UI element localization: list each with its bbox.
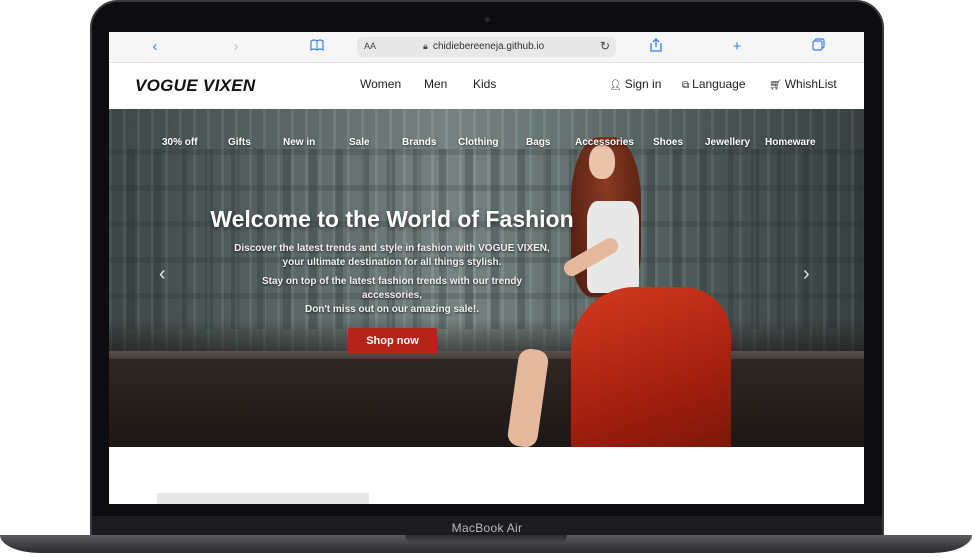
chevron-left-icon[interactable]: ‹ [146, 38, 164, 56]
product-card-placeholder [157, 493, 369, 504]
nav-women[interactable]: Women [360, 77, 401, 91]
hero-text-line-5: Don't miss out on our amazing sale!. [304, 304, 480, 315]
plus-icon[interactable]: + [728, 38, 746, 56]
tabs-icon[interactable] [809, 38, 827, 56]
url-text: chidiebereeneja.github.io [433, 41, 545, 52]
category-gifts[interactable]: Gifts [228, 137, 251, 148]
hero-text-line-1: Discover the latest trends and style in … [234, 243, 550, 254]
sign-in-label: Sign in [624, 77, 662, 91]
hero-text-line-4: accessories, [361, 290, 423, 301]
address-bar[interactable]: AA 🔒︎ chidiebereeneja.github.io ↻ [357, 37, 616, 57]
category-homeware[interactable]: Homeware [765, 137, 816, 148]
category-sale[interactable]: Sale [349, 137, 370, 148]
cart-icon: 🛒︎ [769, 80, 782, 91]
category-new-in[interactable]: New in [283, 137, 315, 148]
screen: ‹ › AA 🔒︎ chidiebereeneja.github.io ↻ + … [109, 32, 864, 504]
carousel-next-icon[interactable]: › [803, 263, 810, 286]
camera-dot [485, 17, 490, 22]
category-clothing[interactable]: Clothing [458, 137, 499, 148]
chevron-right-icon[interactable]: › [227, 38, 245, 56]
laptop-notch [405, 535, 567, 543]
carousel-prev-icon[interactable]: ‹ [159, 263, 166, 286]
wishlist-link[interactable]: 🛒︎ WhishList [769, 77, 837, 91]
shop-now-button[interactable]: Shop now [348, 328, 437, 354]
wishlist-label: WhishList [784, 77, 837, 91]
category-bags[interactable]: Bags [526, 137, 550, 148]
book-icon[interactable] [308, 38, 326, 56]
hero-title: Welcome to the World of Fashion [210, 206, 574, 232]
reload-icon[interactable]: ↻ [600, 39, 610, 53]
category-accessories[interactable]: Accessories [575, 137, 634, 148]
hero-wall [109, 359, 864, 447]
language-label: Language [692, 77, 746, 91]
category-30-off[interactable]: 30% off [162, 137, 198, 148]
site-logo[interactable]: VOGUE VIXEN [135, 76, 255, 96]
hero-banner: 30% off Gifts New in Sale Brands Clothin… [109, 109, 864, 447]
content-section [109, 447, 864, 504]
device-label: MacBook Air [451, 521, 523, 535]
hero-text-line-2: your ultimate destination for all things… [282, 257, 502, 268]
language-link[interactable]: ⧉ Language [682, 77, 746, 91]
nav-kids[interactable]: Kids [473, 77, 496, 91]
category-shoes[interactable]: Shoes [653, 137, 683, 148]
nav-men[interactable]: Men [424, 77, 447, 91]
text-size-button[interactable]: AA [364, 41, 376, 51]
sign-in-link[interactable]: 👤︎ Sign in [609, 77, 661, 91]
user-icon: 👤︎ [609, 80, 622, 91]
lock-icon: 🔒︎ [423, 41, 428, 51]
category-jewellery[interactable]: Jewellery [705, 137, 750, 148]
model-face [589, 145, 615, 179]
category-brands[interactable]: Brands [402, 137, 436, 148]
hero-text-line-3: Stay on top of the latest fashion trends… [261, 276, 522, 287]
translate-icon: ⧉ [682, 80, 690, 91]
site-header: VOGUE VIXEN Women Men Kids 👤︎ Sign in ⧉ La… [109, 63, 864, 109]
share-icon[interactable] [647, 38, 665, 56]
browser-toolbar: ‹ › AA 🔒︎ chidiebereeneja.github.io ↻ + [109, 32, 864, 63]
